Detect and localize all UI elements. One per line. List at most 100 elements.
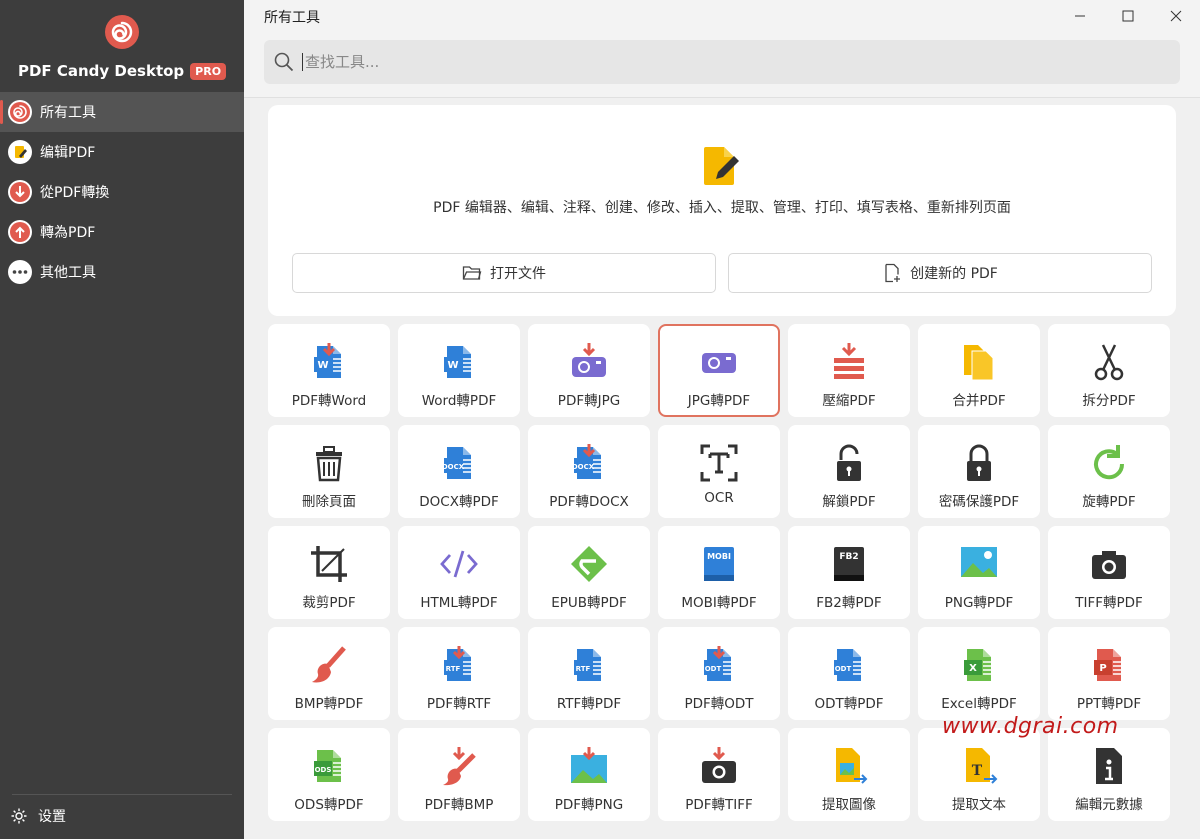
tool-card[interactable]: 裁剪PDF bbox=[268, 526, 390, 619]
tool-card[interactable]: W Word轉PDF bbox=[398, 324, 520, 417]
watermark-text: www.dgrai.com bbox=[942, 714, 1119, 739]
top-bar: 所有工具 bbox=[244, 0, 1200, 98]
tool-label: PNG轉PDF bbox=[944, 595, 1014, 611]
tool-label: JPG轉PDF bbox=[687, 393, 751, 409]
tool-label: Excel轉PDF bbox=[941, 696, 1017, 712]
tool-label: HTML轉PDF bbox=[420, 595, 498, 611]
tool-card[interactable]: 拆分PDF bbox=[1048, 324, 1170, 417]
png-icon bbox=[961, 547, 997, 577]
tool-label: 提取圖像 bbox=[822, 797, 876, 813]
tool-card[interactable]: 旋轉PDF bbox=[1048, 425, 1170, 518]
tool-card[interactable]: PDF轉JPG bbox=[528, 324, 650, 417]
tool-label: PDF轉PNG bbox=[554, 797, 624, 813]
tool-card[interactable]: PDF轉PNG bbox=[528, 728, 650, 821]
sidebar-item-label: 所有工具 bbox=[40, 105, 96, 121]
sidebar-item-edit-pdf[interactable]: 编辑PDF bbox=[0, 132, 244, 172]
tool-label: 裁剪PDF bbox=[302, 595, 356, 611]
sidebar-item-to-pdf[interactable]: 轉為PDF bbox=[0, 212, 244, 252]
tool-label: PDF轉BMP bbox=[424, 797, 494, 813]
tool-card[interactable]: 壓縮PDF bbox=[788, 324, 910, 417]
gear-icon bbox=[11, 808, 27, 824]
more-dots-icon bbox=[8, 260, 32, 284]
tool-card[interactable]: FB2 FB2轉PDF bbox=[788, 526, 910, 619]
jpg-icon bbox=[702, 353, 736, 373]
word-icon: W bbox=[444, 346, 471, 378]
pdf-to-rtf-icon: RTF bbox=[444, 646, 471, 681]
tool-card[interactable]: HTML轉PDF bbox=[398, 526, 520, 619]
settings-button[interactable]: 设置 bbox=[10, 806, 66, 826]
editor-description: PDF 编辑器、编辑、注释、创建、修改、插入、提取、管理、打印、填写表格、重新排… bbox=[433, 200, 1011, 216]
tool-card[interactable]: JPG轉PDF bbox=[658, 324, 780, 417]
unlock-icon bbox=[837, 444, 861, 481]
minimize-button[interactable] bbox=[1060, 2, 1100, 30]
tool-card[interactable]: DOCX DOCX轉PDF bbox=[398, 425, 520, 518]
open-file-button[interactable]: 打开文件 bbox=[292, 253, 716, 293]
sidebar-nav: 所有工具 编辑PDF 從PDF轉換 轉為PDF 其他工具 bbox=[0, 92, 244, 292]
tool-label: PDF轉Word bbox=[291, 393, 367, 409]
sidebar-item-other-tools[interactable]: 其他工具 bbox=[0, 252, 244, 292]
tool-card[interactable]: 刪除頁面 bbox=[268, 425, 390, 518]
tool-card[interactable]: TIFF轉PDF bbox=[1048, 526, 1170, 619]
tool-card[interactable]: ODT ODT轉PDF bbox=[788, 627, 910, 720]
tool-card[interactable]: T 提取文本 bbox=[918, 728, 1040, 821]
tool-card[interactable]: MOBI MOBI轉PDF bbox=[658, 526, 780, 619]
create-pdf-button[interactable]: 创建新的 PDF bbox=[728, 253, 1152, 293]
tool-card[interactable]: ODT PDF轉ODT bbox=[658, 627, 780, 720]
svg-text:RTF: RTF bbox=[576, 665, 591, 673]
arrow-down-icon bbox=[8, 180, 32, 204]
tool-card[interactable]: PDF轉TIFF bbox=[658, 728, 780, 821]
sidebar-item-from-pdf[interactable]: 從PDF轉換 bbox=[0, 172, 244, 212]
tool-card[interactable]: 密碼保護PDF bbox=[918, 425, 1040, 518]
tool-card[interactable]: PNG轉PDF bbox=[918, 526, 1040, 619]
tool-card[interactable]: RTF RTF轉PDF bbox=[528, 627, 650, 720]
tool-card[interactable]: OCR bbox=[658, 425, 780, 518]
maximize-icon bbox=[1122, 10, 1134, 22]
main-panel: 所有工具 PDF 编辑器、编辑、注释、创建、修改、插入、提取、管理、打印、填写表… bbox=[244, 0, 1200, 839]
tool-card[interactable]: BMP轉PDF bbox=[268, 627, 390, 720]
epub-icon bbox=[571, 546, 607, 582]
pdf-candy-logo-icon bbox=[105, 15, 139, 49]
maximize-button[interactable] bbox=[1108, 2, 1148, 30]
tool-label: 壓縮PDF bbox=[822, 393, 876, 409]
odt-icon: ODT bbox=[834, 649, 861, 681]
search-icon bbox=[274, 52, 294, 72]
tool-card[interactable]: 提取圖像 bbox=[788, 728, 910, 821]
tool-card[interactable]: 編輯元數據 bbox=[1048, 728, 1170, 821]
tool-label: ODS轉PDF bbox=[294, 797, 364, 813]
tool-card[interactable]: 解鎖PDF bbox=[788, 425, 910, 518]
excel-icon: X bbox=[964, 649, 991, 681]
tool-card[interactable]: ODS ODS轉PDF bbox=[268, 728, 390, 821]
tool-card[interactable]: PDF轉BMP bbox=[398, 728, 520, 821]
svg-text:FB2: FB2 bbox=[839, 552, 858, 562]
tool-card[interactable]: RTF PDF轉RTF bbox=[398, 627, 520, 720]
svg-text:W: W bbox=[447, 360, 458, 371]
tool-label: DOCX轉PDF bbox=[419, 494, 499, 510]
tool-card[interactable]: W PDF轉Word bbox=[268, 324, 390, 417]
svg-text:MOBI: MOBI bbox=[707, 552, 731, 561]
tool-label: ODT轉PDF bbox=[814, 696, 884, 712]
tool-card[interactable]: X Excel轉PDF bbox=[918, 627, 1040, 720]
search-input[interactable] bbox=[302, 53, 1102, 71]
tool-card[interactable]: 合并PDF bbox=[918, 324, 1040, 417]
create-pdf-label: 创建新的 PDF bbox=[910, 266, 998, 282]
tool-label: 密碼保護PDF bbox=[938, 494, 1020, 510]
tool-card[interactable]: P PPT轉PDF bbox=[1048, 627, 1170, 720]
tool-label: PDF轉TIFF bbox=[685, 797, 753, 813]
tool-card[interactable]: DOCX PDF轉DOCX bbox=[528, 425, 650, 518]
sidebar-divider bbox=[12, 794, 232, 795]
close-button[interactable] bbox=[1156, 2, 1196, 30]
tool-card[interactable]: EPUB轉PDF bbox=[528, 526, 650, 619]
pdf-editor-icon bbox=[704, 147, 739, 185]
tool-label: RTF轉PDF bbox=[556, 696, 622, 712]
compress-icon bbox=[834, 343, 864, 379]
pdf-to-png-icon bbox=[571, 747, 607, 783]
svg-text:W: W bbox=[317, 360, 328, 371]
svg-text:ODS: ODS bbox=[315, 766, 332, 774]
arrow-up-icon bbox=[8, 220, 32, 244]
tool-label: PDF轉DOCX bbox=[549, 494, 629, 510]
sidebar-item-all-tools[interactable]: 所有工具 bbox=[0, 92, 244, 132]
tool-label: PDF轉JPG bbox=[557, 393, 621, 409]
svg-text:DOCX: DOCX bbox=[442, 463, 465, 471]
pdf-to-jpg-icon bbox=[572, 343, 606, 377]
brand-area: PDF Candy Desktop PRO bbox=[0, 14, 244, 80]
